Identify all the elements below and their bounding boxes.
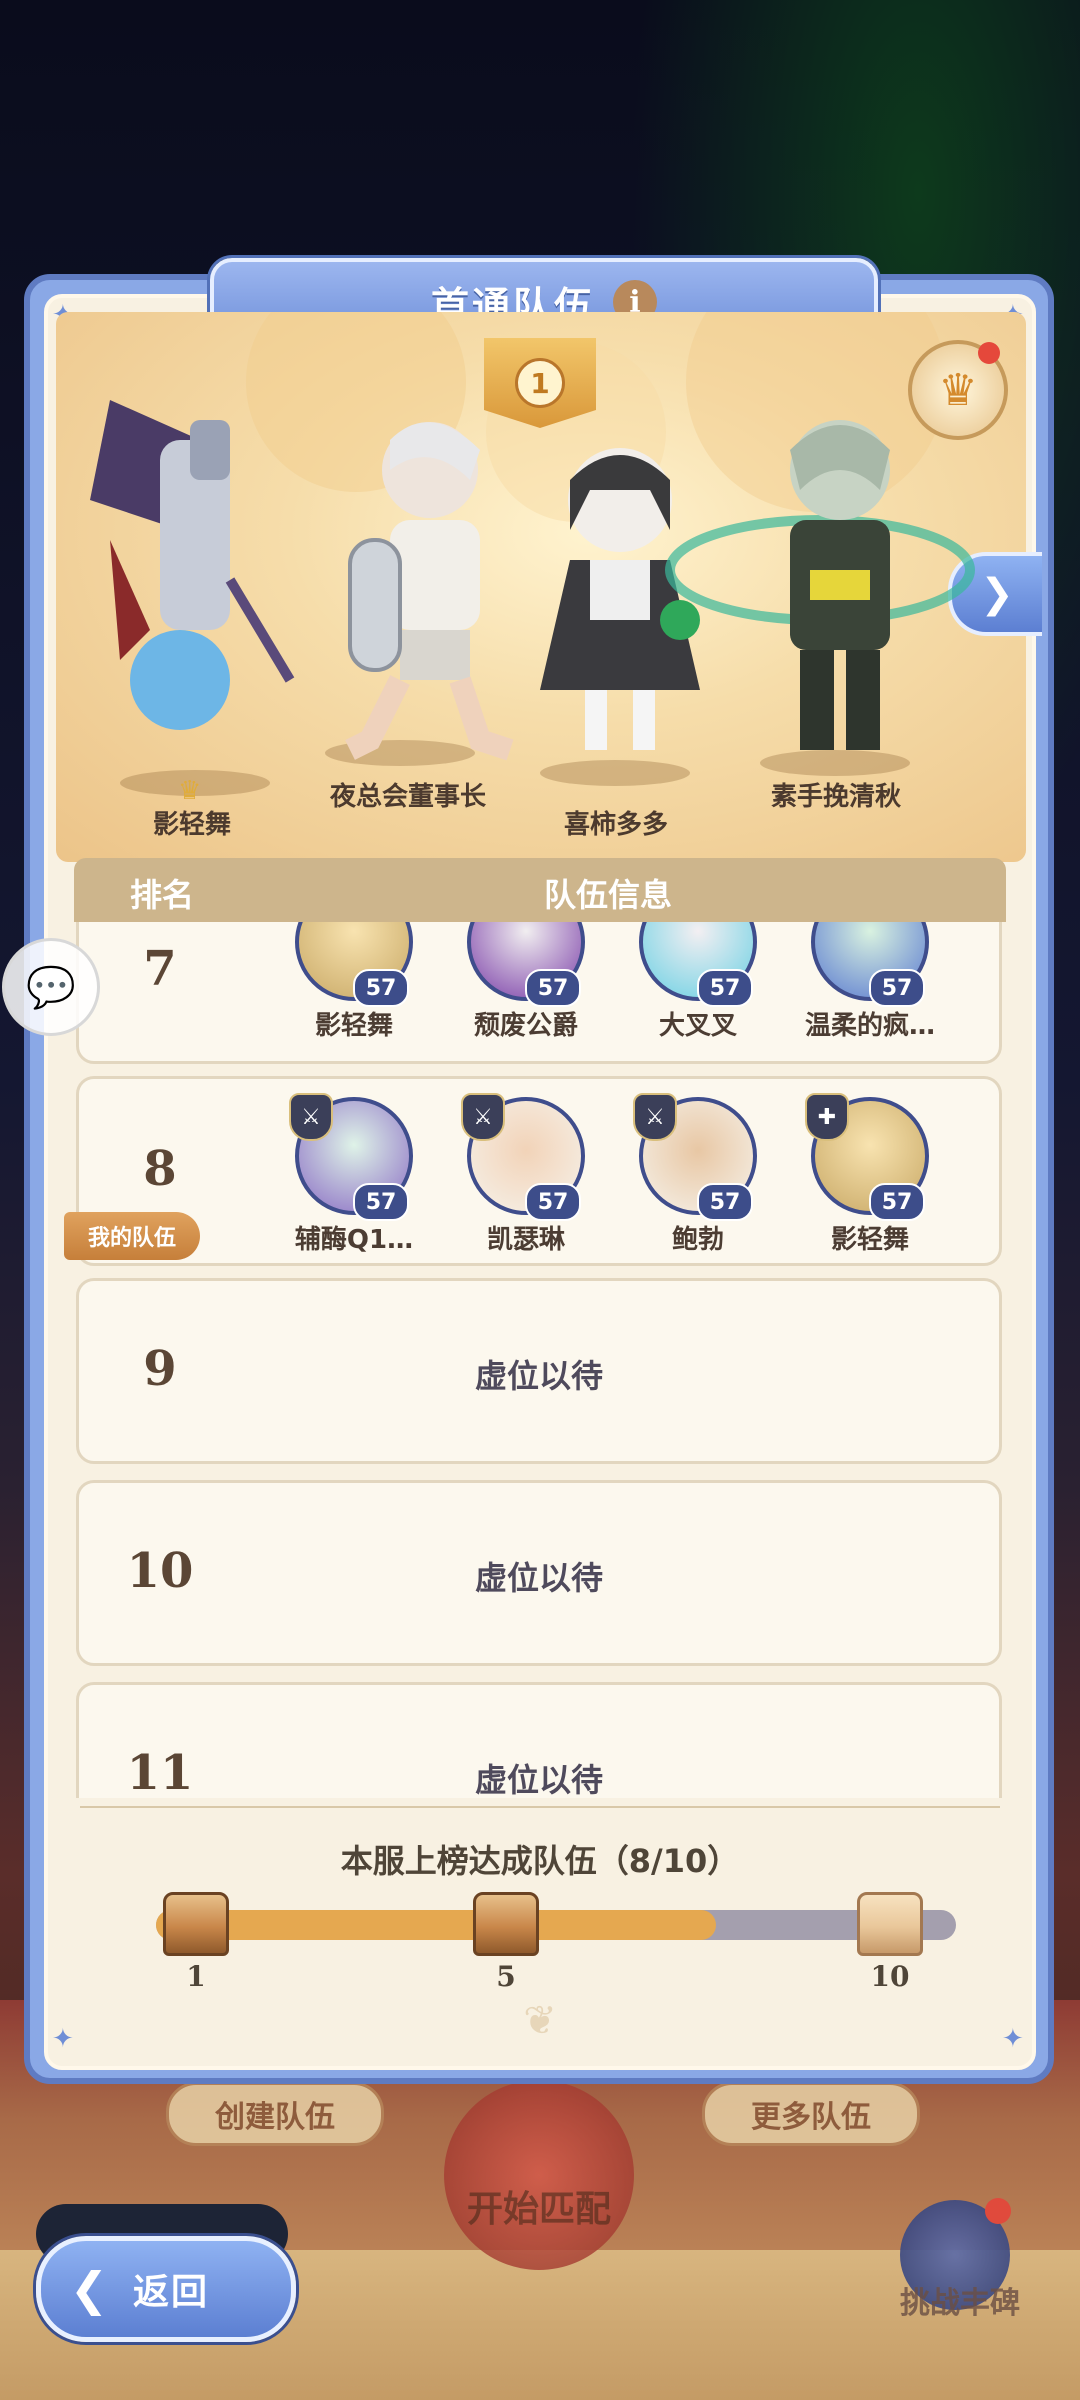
member-name: 影轻舞 xyxy=(830,1225,909,1255)
challenge-monument-label: 挑战丰碑 xyxy=(900,2286,1020,2321)
level-badge: 57 xyxy=(525,969,581,1007)
hero-figure-4 xyxy=(665,420,975,750)
divider xyxy=(80,1806,1000,1808)
start-match-label: 开始匹配 xyxy=(466,2189,611,2230)
vacant-slot-text: 虚位以待 xyxy=(474,1761,603,1798)
milestone-label: 1 xyxy=(186,1960,206,1993)
milestone-reward[interactable]: 1 xyxy=(161,1892,231,1993)
corner-star-icon: ✦ xyxy=(52,2024,74,2054)
column-header-rank: 排名 xyxy=(130,876,195,914)
member-name: 鲍勃 xyxy=(671,1225,724,1255)
ornament-icon: ❦ xyxy=(523,1998,557,2044)
member-name: 凯瑟琳 xyxy=(486,1225,565,1255)
member-name: 影轻舞 xyxy=(314,1011,393,1041)
sword-icon: ⚔ xyxy=(461,1093,505,1141)
vacant-slot-text: 虚位以待 xyxy=(474,1357,603,1395)
member-name: 温柔的疯… xyxy=(804,1011,935,1041)
my-team-tag: 我的队伍 xyxy=(64,1212,200,1260)
start-match-button[interactable] xyxy=(444,2080,634,2270)
column-header-team-info: 队伍信息 xyxy=(544,876,673,914)
progress-title: 本服上榜达成队伍（8/10） xyxy=(340,1842,740,1880)
team-row-empty: 11 虚位以待 xyxy=(76,1682,1002,1798)
back-button[interactable]: ❮ 返回 xyxy=(36,2236,296,2342)
team-table-header: 排名 队伍信息 xyxy=(74,858,1006,922)
crown-icon: ♛ xyxy=(178,776,202,806)
team-list[interactable]: 7 57 影轻舞 57 颓废公爵 57 大叉叉 57 温柔的疯… 8 ⚔ 57 xyxy=(74,922,1006,1798)
hero-name: 素手挽清秋 xyxy=(770,782,901,812)
member-name: 辅酶Q1… xyxy=(294,1225,414,1255)
notification-dot xyxy=(985,2198,1011,2224)
chest-icon xyxy=(473,1892,539,1956)
member-name: 颓废公爵 xyxy=(473,1011,578,1041)
milestone-label: 10 xyxy=(870,1960,910,1993)
level-badge: 57 xyxy=(353,1183,409,1221)
cross-icon: ✚ xyxy=(805,1093,849,1141)
back-arrow-icon: ❮ xyxy=(69,2262,109,2316)
team-rank: 8 xyxy=(143,1141,177,1197)
milestone-reward[interactable]: 5 xyxy=(471,1892,541,1993)
chest-icon xyxy=(857,1892,923,1956)
team-row[interactable]: 7 57 影轻舞 57 颓废公爵 57 大叉叉 57 温柔的疯… xyxy=(76,922,1002,1064)
hero-figure-1 xyxy=(90,400,295,730)
vacant-slot-text: 虚位以待 xyxy=(474,1559,603,1597)
more-teams-button[interactable]: 更多队伍 xyxy=(702,2082,920,2146)
back-label: 返回 xyxy=(133,2272,210,2313)
level-badge: 57 xyxy=(697,1183,753,1221)
hero-name: 影轻舞 xyxy=(152,810,231,840)
hero-name: 喜柿多多 xyxy=(563,810,668,840)
hero-figure-2 xyxy=(345,422,514,761)
level-badge: 57 xyxy=(525,1183,581,1221)
hero-name: 夜总会董事长 xyxy=(329,782,486,812)
progress-bar xyxy=(156,1910,956,1940)
team-row-my-team[interactable]: 8 ⚔ 57 辅酶Q1… ⚔ 57 凯瑟琳 ⚔ 57 鲍勃 ✚ 57 影轻舞 xyxy=(76,1076,1002,1266)
team-row-empty: 9 虚位以待 xyxy=(76,1278,1002,1464)
chat-icon[interactable]: 💬 xyxy=(2,938,100,1036)
corner-star-icon: ✦ xyxy=(1002,2024,1024,2054)
chest-icon xyxy=(163,1892,229,1956)
sword-icon: ⚔ xyxy=(289,1093,333,1141)
progress-fill xyxy=(156,1910,716,1940)
notification-dot xyxy=(978,342,1000,364)
member-name: 大叉叉 xyxy=(658,1011,737,1041)
level-badge: 57 xyxy=(869,969,925,1007)
team-rank: 7 xyxy=(143,941,177,997)
team-row-empty: 10 虚位以待 xyxy=(76,1480,1002,1666)
milestone-reward[interactable]: 10 xyxy=(855,1892,925,1993)
create-team-button[interactable]: 创建队伍 xyxy=(166,2082,384,2146)
level-badge: 57 xyxy=(353,969,409,1007)
level-badge: 57 xyxy=(869,1183,925,1221)
level-badge: 57 xyxy=(697,969,753,1007)
milestone-label: 5 xyxy=(496,1960,516,1993)
sword-icon: ⚔ xyxy=(633,1093,677,1141)
